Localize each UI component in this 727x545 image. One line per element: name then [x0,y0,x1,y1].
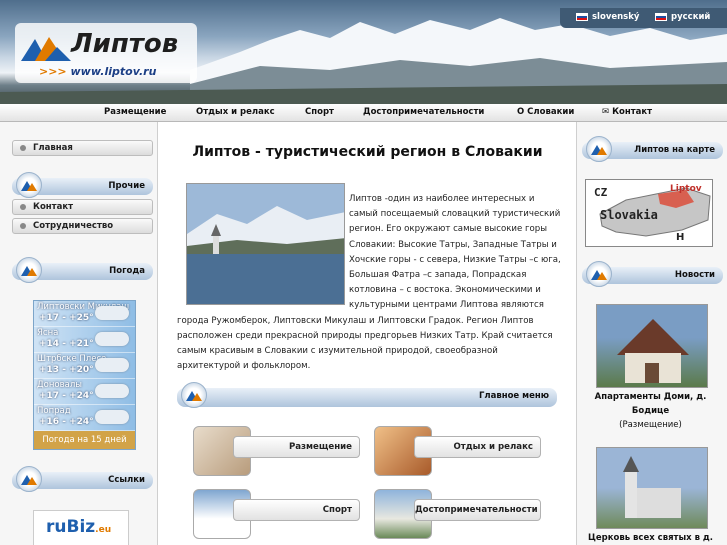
news-item-2[interactable]: Церковь всех святых в д. [583,531,718,545]
map-header-label: Липтов на карте [634,145,715,155]
map-label-slovakia: Slovakia [600,208,658,222]
cloud-icon [95,306,129,320]
weather-city: Попрад [37,406,71,416]
weather-city: Доновалы [37,380,82,390]
rubiz-suffix: .eu [95,525,112,535]
menu-sport[interactable]: Спорт [193,489,360,539]
main-menu-label: Главное меню [478,391,549,401]
nav-relax[interactable]: Отдых и релакс [196,107,275,117]
news-item-1[interactable]: Апартаменты Доми, д. Бодице (Размещение) [583,390,718,432]
menu-accommodation[interactable]: Размещение [193,426,360,476]
weather-header-label: Погода [109,266,145,276]
rubiz-logo: ruBiz.eu [46,517,111,537]
intro-text: Липтов -один из наиболее интересных и са… [177,192,561,374]
other-header: Прочие [12,172,153,198]
cloud-icon [95,410,129,424]
weather-temp: +17 - +24° [39,391,94,401]
news-title[interactable]: Апартаменты Доми, д. Бодице [583,390,718,418]
site-logo[interactable]: Липтов >>> www.liptov.ru [15,23,197,83]
menu-accommodation-label[interactable]: Размещение [233,436,360,458]
main-content: Липтов - туристический регион в Словакии… [159,122,576,545]
mountain-logo-icon [21,37,71,61]
mountain-icon [16,172,42,198]
weather-row: Липтовски Микулаш +17 - +25° [34,301,135,327]
nav-sights[interactable]: Достопримечательности [363,107,484,117]
map-label-liptov: Liptov [670,184,702,194]
weather-header: Погода [12,257,153,283]
weather-temp: +16 - +24° [39,417,94,427]
news-header: Новости [582,261,723,287]
menu-relax-label[interactable]: Отдых и релакс [414,436,541,458]
news-photo-apartments[interactable] [596,304,708,388]
weather-temp: +14 - +21° [39,339,94,349]
top-navigation: Размещение Отдых и релакс Спорт Достопри… [0,104,727,122]
logo-url-text: www.liptov.ru [70,65,157,78]
cloud-icon [95,384,129,398]
weather-row: Доновалы +17 - +24° [34,379,135,405]
cloud-icon [95,332,129,346]
menu-sights-label[interactable]: Достопримечательности [414,499,541,521]
nav-contact-label[interactable]: Контакт [612,107,652,117]
header-banner: slovenský русский Липтов >>> www.liptov.… [0,0,727,104]
news-header-label: Новости [674,270,715,280]
weather-row: Ясна +14 - +21° [34,327,135,353]
lang-slovak-label[interactable]: slovenský [592,12,639,22]
nav-sport[interactable]: Спорт [305,107,334,117]
language-bar: slovenský русский [560,8,727,28]
nav-about-slovakia[interactable]: О Словакии [517,107,574,117]
envelope-icon: ✉ [602,107,610,117]
sidebar-cooperation[interactable]: Сотрудничество [12,218,153,234]
news-photo-church[interactable] [596,447,708,529]
rubiz-name: ruBiz [46,517,96,537]
weather-temp: +13 - +20° [39,365,94,375]
weather-temp: +17 - +25° [39,313,94,323]
menu-sights[interactable]: Достопримечательности [374,489,541,539]
nav-accommodation[interactable]: Размещение [104,107,166,117]
russian-flag-icon [655,13,667,21]
menu-relax[interactable]: Отдых и релакс [374,426,541,476]
lang-russian-label[interactable]: русский [671,12,710,22]
weather-row: Штрбске Плесо +13 - +20° [34,353,135,379]
slovak-flag-icon [576,13,588,21]
main-menu-header: Главное меню [177,382,557,408]
mountain-icon [16,466,42,492]
sidebar-home[interactable]: Главная [12,140,153,156]
mountain-icon [586,136,612,162]
news-category: (Размещение) [619,420,682,430]
lang-russian[interactable]: русский [655,12,710,22]
page: slovenský русский Липтов >>> www.liptov.… [0,0,727,545]
map-label-cz: CZ [594,186,608,199]
logo-url-prefix: >>> [39,65,67,78]
menu-sport-label[interactable]: Спорт [233,499,360,521]
mountain-icon [586,261,612,287]
weather-row: Попрад +16 - +24° [34,405,135,431]
logo-title: Липтов [71,29,179,59]
weather-widget[interactable]: Липтовски Микулаш +17 - +25° Ясна +14 - +2… [33,300,136,450]
map-header: Липтов на карте [582,136,723,162]
links-header-label: Ссылки [108,475,145,485]
page-title: Липтов - туристический регион в Словакии [192,144,543,160]
rubiz-banner[interactable]: ruBiz.eu [33,510,129,545]
mountain-icon [181,382,207,408]
sidebar-contact[interactable]: Контакт [12,199,153,215]
mountain-icon [16,257,42,283]
cloud-icon [95,358,129,372]
lang-slovak[interactable]: slovenský [576,12,639,22]
weather-15-days-link[interactable]: Погода на 15 дней [34,431,135,449]
other-header-label: Прочие [108,181,145,191]
slovakia-map[interactable]: CZ Slovakia Liptov H [585,179,713,247]
map-label-h: H [676,232,685,243]
weather-city: Ясна [37,328,59,338]
links-header: Ссылки [12,466,153,492]
left-sidebar: Главная Прочие Контакт Сотрудничество По… [0,122,158,545]
nav-contact[interactable]: ✉ Контакт [602,107,652,117]
logo-url: >>> www.liptov.ru [39,65,156,78]
